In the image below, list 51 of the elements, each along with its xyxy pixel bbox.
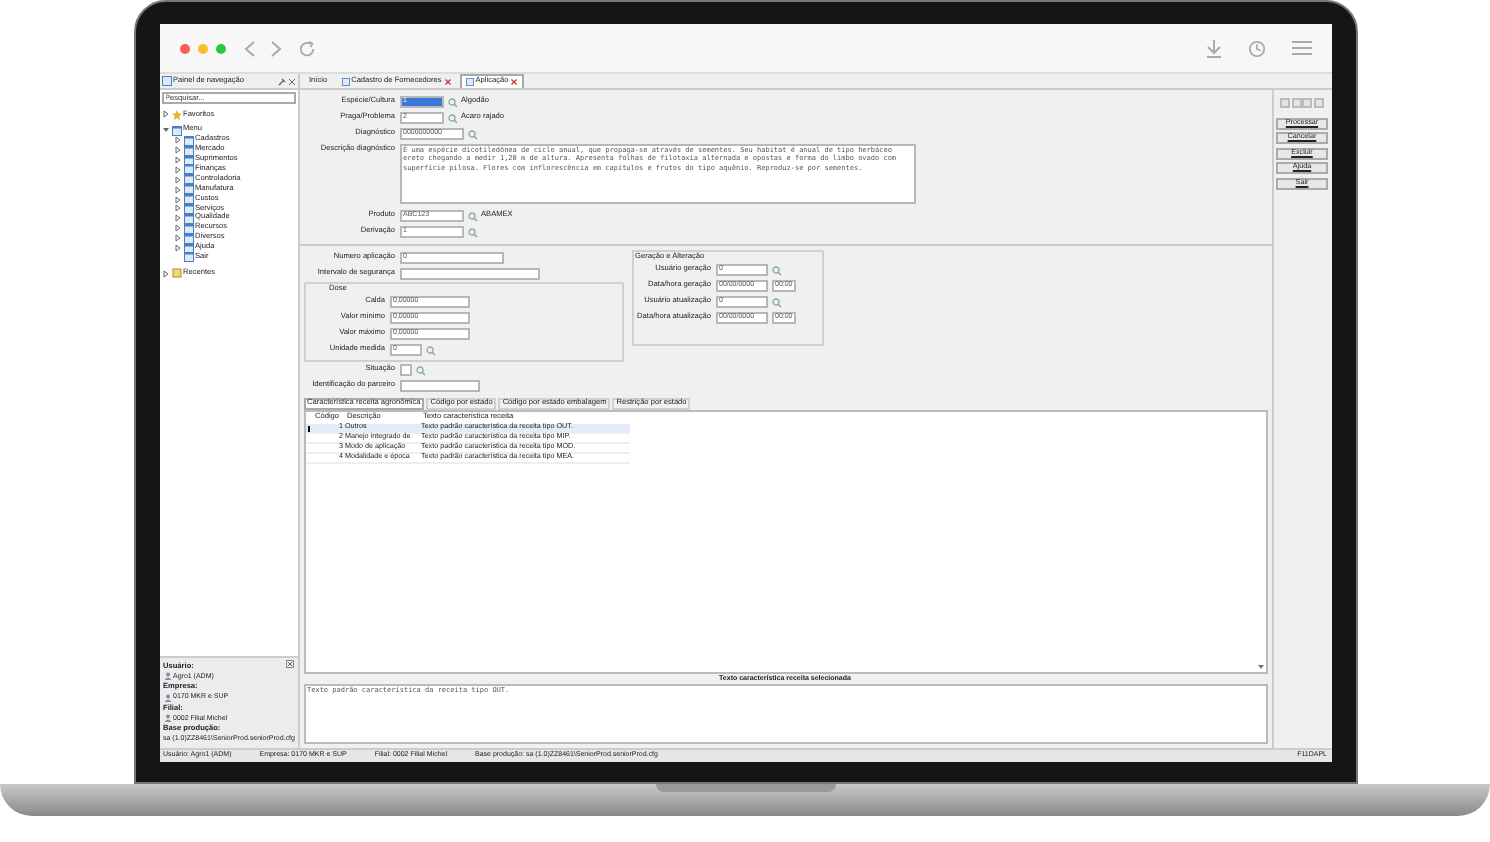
search-icon[interactable] (415, 365, 425, 375)
expand-icon[interactable] (161, 110, 169, 119)
close-icon[interactable] (287, 77, 295, 85)
expand-icon[interactable] (173, 165, 181, 174)
person-icon (163, 714, 171, 722)
search-icon[interactable] (467, 227, 477, 237)
refresh-icon[interactable] (297, 39, 315, 57)
input-field[interactable] (399, 380, 479, 392)
search-icon[interactable] (467, 129, 477, 139)
close-icon[interactable] (510, 78, 519, 86)
forward-icon[interactable] (269, 39, 281, 57)
search-icon[interactable] (425, 345, 435, 355)
person-icon (163, 672, 171, 680)
search-icon[interactable] (771, 265, 781, 275)
input-field[interactable] (399, 364, 411, 376)
expand-icon[interactable] (173, 204, 181, 213)
download-icon[interactable] (1205, 39, 1221, 57)
expand-icon[interactable] (173, 146, 181, 155)
search-icon[interactable] (467, 211, 477, 221)
input-field[interactable] (399, 268, 539, 280)
expand-icon[interactable] (173, 214, 181, 223)
search-icon[interactable] (771, 297, 781, 307)
maximize-icon[interactable] (215, 43, 225, 53)
star-icon (171, 109, 181, 120)
expand-icon[interactable] (173, 175, 181, 184)
expand-icon[interactable] (173, 156, 181, 164)
expand-icon[interactable] (173, 185, 181, 194)
close-icon[interactable] (443, 78, 452, 86)
clock-icon[interactable] (1247, 39, 1265, 57)
window-icon (161, 76, 171, 86)
scroll-down-icon[interactable] (1257, 664, 1263, 670)
window-icon (341, 78, 350, 86)
document-icon (171, 268, 181, 279)
back-icon[interactable] (243, 39, 255, 57)
expand-icon[interactable] (173, 136, 181, 145)
expand-icon[interactable] (173, 234, 181, 243)
person-icon (163, 693, 171, 701)
expand-icon[interactable] (161, 269, 169, 278)
close-icon[interactable] (179, 43, 189, 53)
minimize-icon[interactable] (197, 43, 207, 53)
close-icon[interactable] (285, 659, 293, 667)
expand-icon[interactable] (173, 244, 181, 253)
search-icon[interactable] (447, 97, 457, 107)
collapse-icon[interactable] (161, 126, 169, 135)
expand-icon[interactable] (173, 224, 181, 233)
window-icon (465, 78, 474, 86)
row-marker-icon (307, 425, 311, 431)
menu-icon[interactable] (1291, 40, 1311, 56)
search-icon[interactable] (447, 113, 457, 123)
expand-icon[interactable] (173, 195, 181, 204)
tool-icon[interactable] (277, 77, 285, 85)
